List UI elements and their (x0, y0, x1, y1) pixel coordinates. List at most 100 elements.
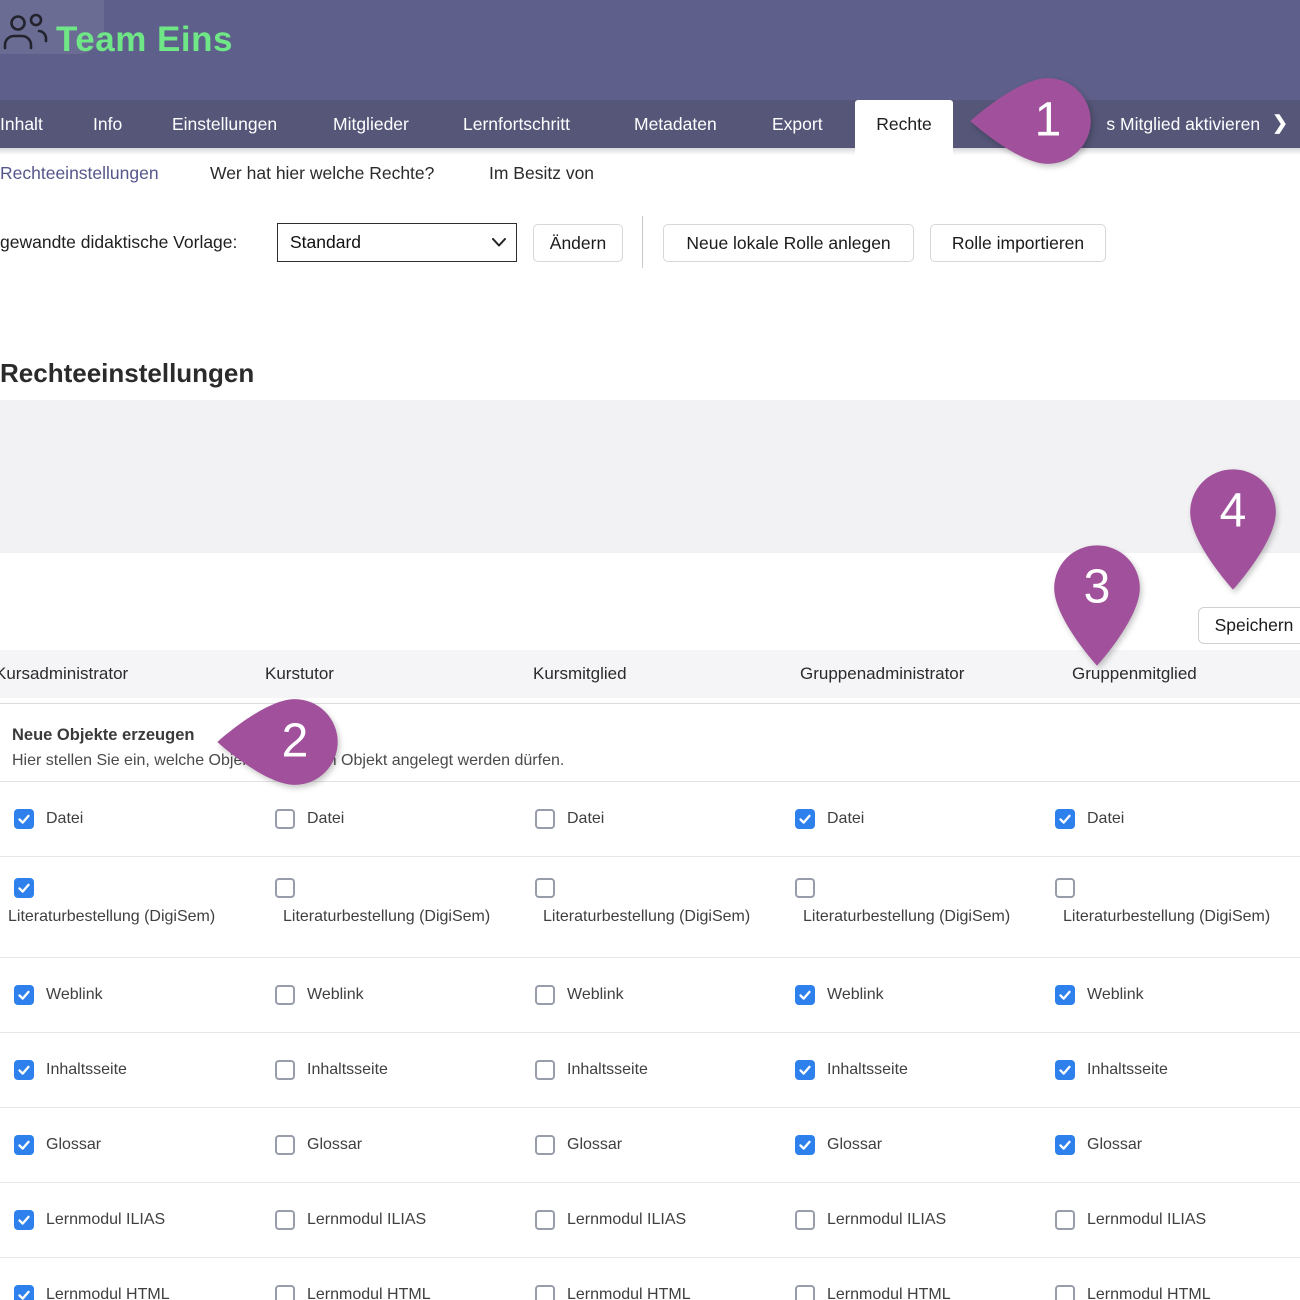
permission-row-datei: DateiDateiDateiDateiDatei (0, 783, 1300, 857)
permission-row-inhaltsseite: Inhaltsseite Inhaltsseite Inhaltsseite Inha… (0, 1033, 1300, 1108)
checkbox-inhaltsseite-kurstutor[interactable] (275, 1060, 295, 1080)
tab-lernfortschritt[interactable]: Lernfortschritt (463, 100, 570, 148)
subtab-rechteeinstellungen[interactable]: Rechteeinstellungen (0, 149, 159, 197)
checkbox-lernmodul-html-gruppenmitglied[interactable] (1055, 1285, 1075, 1300)
checkbox-label: Glossar (1087, 1133, 1142, 1157)
section-title: Rechteeinstellungen (0, 358, 254, 389)
checkbox-inhaltsseite-kursmitglied[interactable] (535, 1060, 555, 1080)
subtab-im-besitz-von[interactable]: Im Besitz von (489, 149, 594, 197)
checkbox-label: Datei (1087, 807, 1124, 831)
checkbox-literaturbestellung-digisem-kurstutor[interactable] (275, 878, 295, 898)
checkbox-label: Lernmodul HTML (307, 1283, 431, 1300)
checkbox-label: Inhaltsseite (46, 1058, 127, 1082)
checkbox-lernmodul-ilias-gruppenadministrator[interactable] (795, 1210, 815, 1230)
ilias-permissions-screen: Team Eins s Mitglied aktivieren ❯ Inhalt… (0, 0, 1300, 1300)
checkbox-glossar-gruppenadministrator[interactable] (795, 1135, 815, 1155)
checkbox-datei-kursmitglied[interactable] (535, 809, 555, 829)
checkbox-lernmodul-ilias-gruppenmitglied[interactable] (1055, 1210, 1075, 1230)
group-icon (2, 12, 48, 52)
checkbox-weblink-gruppenadministrator[interactable] (795, 985, 815, 1005)
tab-mitglieder[interactable]: Mitglieder (333, 100, 409, 148)
didactic-template-select-value: Standard (290, 232, 361, 253)
tab-export[interactable]: Export (772, 100, 823, 148)
tab-metadaten[interactable]: Metadaten (634, 100, 717, 148)
filter-panel: Rolle Zeige nur lokale Rc Filter anwende… (0, 400, 1300, 553)
checkbox-datei-gruppenadministrator[interactable] (795, 809, 815, 829)
permission-row-literaturbestellung-digisem: Literaturbestellung (DigiSem) Literaturbe… (0, 857, 1300, 958)
column-header-gruppenadministrator: Gruppenadministrator (800, 650, 964, 698)
tab-info[interactable]: Info (93, 100, 122, 148)
checkbox-literaturbestellung-digisem-kursmitglied[interactable] (535, 878, 555, 898)
column-header-kurstutor: Kurstutor (265, 650, 334, 698)
checkbox-literaturbestellung-digisem-gruppenadministrator[interactable] (795, 878, 815, 898)
checkbox-lernmodul-html-kursadministrator[interactable] (14, 1285, 34, 1300)
import-role-button[interactable]: Rolle importieren (930, 224, 1106, 262)
checkbox-label: Inhaltsseite (307, 1058, 388, 1082)
checkbox-inhaltsseite-gruppenadministrator[interactable] (795, 1060, 815, 1080)
checkbox-label: Literaturbestellung (DigiSem) (803, 905, 1010, 929)
toolbar-divider (642, 216, 643, 268)
checkbox-label: Lernmodul ILIAS (307, 1208, 426, 1232)
checkbox-label: Literaturbestellung (DigiSem) (1063, 905, 1270, 929)
checkbox-label: Literaturbestellung (DigiSem) (8, 905, 215, 929)
page-header: Team Eins (0, 0, 1300, 100)
checkbox-label: Lernmodul HTML (827, 1283, 951, 1300)
checkbox-lernmodul-html-kurstutor[interactable] (275, 1285, 295, 1300)
checkbox-label: Lernmodul ILIAS (1087, 1208, 1206, 1232)
checkbox-glossar-kurstutor[interactable] (275, 1135, 295, 1155)
checkbox-inhaltsseite-kursadministrator[interactable] (14, 1060, 34, 1080)
column-header-gruppenmitglied: Gruppenmitglied (1072, 650, 1197, 698)
checkbox-label: Weblink (567, 983, 624, 1007)
save-button[interactable]: Speichern (1198, 607, 1300, 644)
column-header-kursadministrator: Kursadministrator (0, 650, 128, 698)
checkbox-glossar-kursadministrator[interactable] (14, 1135, 34, 1155)
checkbox-lernmodul-html-gruppenadministrator[interactable] (795, 1285, 815, 1300)
checkbox-lernmodul-ilias-kurstutor[interactable] (275, 1210, 295, 1230)
checkbox-weblink-kurstutor[interactable] (275, 985, 295, 1005)
checkbox-label: Weblink (827, 983, 884, 1007)
checkbox-literaturbestellung-digisem-kursadministrator[interactable] (14, 878, 34, 898)
checkbox-weblink-gruppenmitglied[interactable] (1055, 985, 1075, 1005)
subtab-wer-hat-hier-welche-rechte[interactable]: Wer hat hier welche Rechte? (210, 149, 434, 197)
checkbox-label: Lernmodul HTML (567, 1283, 691, 1300)
permission-row-glossar: GlossarGlossarGlossarGlossarGlossar (0, 1108, 1300, 1183)
checkbox-label: Datei (827, 807, 864, 831)
tab-bar: s Mitglied aktivieren ❯ Inhalt Info Einste… (0, 100, 1300, 148)
create-objects-description: Hier stellen Sie ein, welche Objekte in … (12, 752, 564, 770)
checkbox-datei-gruppenmitglied[interactable] (1055, 809, 1075, 829)
tab-einstellungen[interactable]: Einstellungen (172, 100, 277, 148)
permission-row-lernmodul-ilias: Lernmodul ILIAS Lernmodul ILIAS Lernmodul … (0, 1183, 1300, 1258)
checkbox-label: Lernmodul ILIAS (567, 1208, 686, 1232)
checkbox-label: Glossar (307, 1133, 362, 1157)
checkbox-glossar-gruppenmitglied[interactable] (1055, 1135, 1075, 1155)
new-local-role-button[interactable]: Neue lokale Rolle anlegen (663, 224, 914, 262)
tab-rechte[interactable]: Rechte (855, 100, 953, 155)
checkbox-inhaltsseite-gruppenmitglied[interactable] (1055, 1060, 1075, 1080)
checkbox-label: Inhaltsseite (827, 1058, 908, 1082)
tab-inhalt[interactable]: Inhalt (0, 100, 43, 148)
checkbox-weblink-kursadministrator[interactable] (14, 985, 34, 1005)
checkbox-weblink-kursmitglied[interactable] (535, 985, 555, 1005)
checkbox-datei-kurstutor[interactable] (275, 809, 295, 829)
checkbox-label: Inhaltsseite (1087, 1058, 1168, 1082)
checkbox-lernmodul-html-kursmitglied[interactable] (535, 1285, 555, 1300)
checkbox-label: Inhaltsseite (567, 1058, 648, 1082)
column-header-kursmitglied: Kursmitglied (533, 650, 627, 698)
checkbox-label: Literaturbestellung (DigiSem) (543, 905, 750, 929)
checkbox-lernmodul-ilias-kursadministrator[interactable] (14, 1210, 34, 1230)
permission-row-weblink: WeblinkWeblinkWeblinkWeblinkWeblink (0, 958, 1300, 1033)
checkbox-label: Weblink (307, 983, 364, 1007)
checkbox-literaturbestellung-digisem-gruppenmitglied[interactable] (1055, 878, 1075, 898)
change-button[interactable]: Ändern (533, 224, 623, 262)
annotation-number: 3 (1084, 559, 1111, 614)
checkbox-lernmodul-ilias-kursmitglied[interactable] (535, 1210, 555, 1230)
create-objects-section-header: Neue Objekte erzeugen Hier stellen Sie e… (0, 703, 1300, 782)
tab-overflow-activate-member[interactable]: s Mitglied aktivieren ❯ (1106, 100, 1288, 148)
checkbox-glossar-kursmitglied[interactable] (535, 1135, 555, 1155)
checkbox-label: Lernmodul HTML (46, 1283, 170, 1300)
didactic-template-select[interactable]: Standard (277, 223, 517, 262)
checkbox-label: Datei (46, 807, 83, 831)
chevron-right-icon: ❯ (1272, 100, 1288, 148)
checkbox-label: Glossar (46, 1133, 101, 1157)
checkbox-datei-kursadministrator[interactable] (14, 809, 34, 829)
